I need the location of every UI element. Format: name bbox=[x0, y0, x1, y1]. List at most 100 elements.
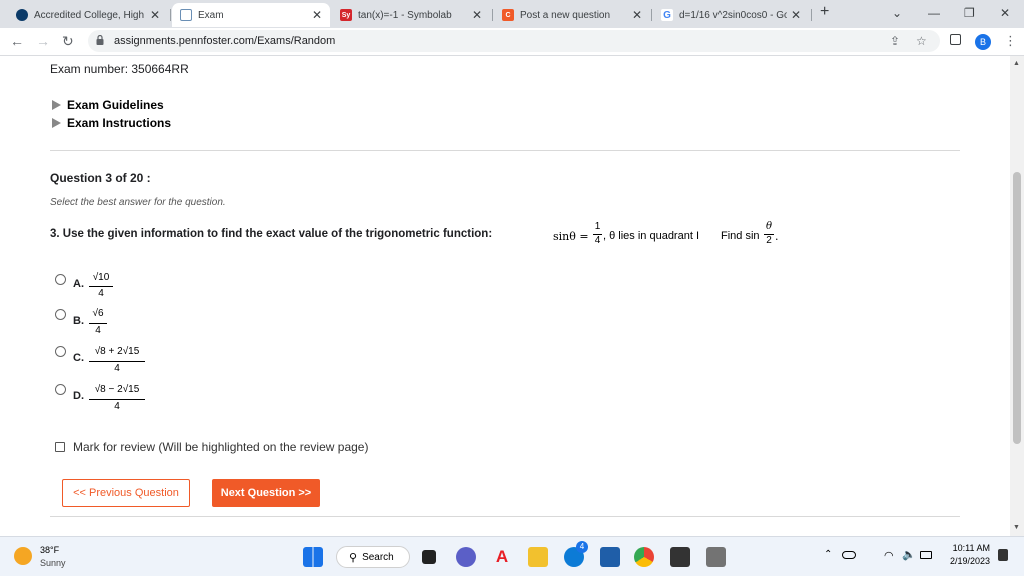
sidepanel-icon[interactable] bbox=[950, 34, 961, 45]
tab-title: d=1/16 v^2sin0cos0 - Go bbox=[679, 9, 787, 21]
bookmark-star-icon[interactable]: ☆ bbox=[916, 34, 927, 48]
weather-desc: Sunny bbox=[40, 558, 66, 568]
window-close-icon[interactable]: ✕ bbox=[1000, 6, 1010, 20]
profile-avatar[interactable]: B bbox=[975, 34, 991, 50]
exam-instructions-toggle[interactable]: Exam Instructions bbox=[52, 116, 171, 130]
scrollbar-thumb[interactable] bbox=[1013, 172, 1021, 444]
review-label: Mark for review (Will be highlighted on … bbox=[73, 440, 369, 454]
find-denominator: 2 bbox=[766, 235, 772, 246]
tab-divider bbox=[811, 9, 812, 21]
tab-symbolab[interactable]: Sy tan(x)=-1 - Symbolab ✕ bbox=[332, 3, 490, 27]
onedrive-icon[interactable] bbox=[842, 551, 856, 559]
tab-title: tan(x)=-1 - Symbolab bbox=[358, 9, 452, 21]
find-text: Find sin bbox=[721, 230, 760, 242]
calculator-icon[interactable] bbox=[706, 547, 726, 567]
minimize-icon[interactable]: — bbox=[928, 6, 940, 20]
fraction-bar bbox=[89, 323, 107, 324]
sun-icon bbox=[14, 547, 32, 565]
option-numerator: √8 − 2√15 bbox=[94, 384, 140, 395]
restore-icon[interactable]: ❐ bbox=[964, 6, 975, 20]
fraction-bar bbox=[89, 399, 145, 400]
tab-accredited-college[interactable]: Accredited College, High ✕ bbox=[8, 3, 168, 27]
lock-icon bbox=[96, 35, 104, 45]
back-arrow-icon[interactable]: ← bbox=[10, 33, 24, 49]
previous-question-button[interactable]: << Previous Question bbox=[62, 479, 190, 507]
next-question-button[interactable]: Next Question >> bbox=[212, 479, 320, 507]
address-bar[interactable]: assignments.pennfoster.com/Exams/Random … bbox=[88, 30, 940, 52]
new-tab-button[interactable]: + bbox=[820, 3, 829, 21]
page-content: Exam number: 350664RR Exam Guidelines Ex… bbox=[0, 56, 1010, 536]
search-icon: ⚲ bbox=[349, 551, 358, 564]
notification-badge: 4 bbox=[576, 541, 588, 553]
option-numerator: √10 bbox=[92, 272, 110, 283]
given-denominator: 4 bbox=[594, 235, 601, 246]
tab-divider bbox=[651, 9, 652, 21]
given-lhs: sinθ = bbox=[553, 230, 589, 243]
radio-option-a[interactable] bbox=[55, 274, 66, 285]
share-icon[interactable]: ⇪ bbox=[890, 34, 900, 48]
volume-icon[interactable]: 🔈 bbox=[902, 548, 916, 561]
chat-icon[interactable] bbox=[456, 547, 476, 567]
exam-number: Exam number: 350664RR bbox=[50, 62, 189, 76]
task-view-icon[interactable] bbox=[422, 550, 436, 564]
file-explorer-icon[interactable] bbox=[528, 547, 548, 567]
reload-icon[interactable]: ↻ bbox=[62, 33, 74, 50]
weather-widget[interactable]: 38°F Sunny bbox=[14, 543, 84, 571]
notifications-icon[interactable] bbox=[998, 549, 1008, 561]
close-icon[interactable]: ✕ bbox=[150, 8, 160, 22]
tab-post-question[interactable]: C Post a new question ✕ bbox=[494, 3, 650, 27]
tab-title: Accredited College, High bbox=[34, 9, 145, 21]
option-letter: C. bbox=[73, 352, 84, 364]
question-header: Question 3 of 20 : bbox=[50, 171, 151, 185]
tab-google-search[interactable]: G d=1/16 v^2sin0cos0 - Go ✕ bbox=[653, 3, 809, 27]
wifi-icon[interactable]: ◠ bbox=[884, 549, 894, 562]
page-scrollbar[interactable]: ▲ ▼ bbox=[1010, 56, 1024, 536]
chrome-icon[interactable] bbox=[634, 547, 654, 567]
adobe-icon[interactable]: A bbox=[492, 547, 512, 567]
mark-for-review[interactable]: Mark for review (Will be highlighted on … bbox=[55, 440, 368, 454]
radio-option-d[interactable] bbox=[55, 384, 66, 395]
address-toolbar: ← → ↻ assignments.pennfoster.com/Exams/R… bbox=[0, 28, 1024, 56]
tab-exam[interactable]: Exam ✕ bbox=[172, 3, 330, 27]
option-letter: D. bbox=[73, 390, 84, 402]
chegg-favicon-icon: C bbox=[502, 9, 514, 21]
windows-taskbar: 38°F Sunny ⚲ Search A 4 ⌃ ◠ 🔈 10:11 AM 2… bbox=[0, 536, 1024, 576]
tab-divider bbox=[492, 9, 493, 21]
battery-icon[interactable] bbox=[920, 551, 932, 559]
exam-instructions-label: Exam Instructions bbox=[67, 116, 172, 130]
tab-search-chevron-icon[interactable]: ⌄ bbox=[892, 6, 902, 20]
taskbar-search[interactable]: ⚲ Search bbox=[336, 546, 410, 568]
option-letter: A. bbox=[73, 278, 84, 290]
review-checkbox[interactable] bbox=[55, 442, 65, 452]
exam-guidelines-toggle[interactable]: Exam Guidelines bbox=[52, 98, 164, 112]
given-tail: , θ lies in quadrant I bbox=[603, 230, 700, 242]
tab-title: Exam bbox=[198, 9, 224, 21]
close-icon[interactable]: ✕ bbox=[472, 8, 482, 22]
given-numerator: 1 bbox=[594, 221, 601, 232]
tab-title: Post a new question bbox=[520, 9, 611, 21]
close-icon[interactable]: ✕ bbox=[791, 8, 801, 22]
radio-option-b[interactable] bbox=[55, 309, 66, 320]
google-favicon-icon: G bbox=[661, 9, 673, 21]
terminal-icon[interactable] bbox=[670, 547, 690, 567]
scroll-down-icon[interactable]: ▼ bbox=[1013, 524, 1020, 531]
tray-chevron-icon[interactable]: ⌃ bbox=[824, 549, 832, 560]
tab-strip: Accredited College, High ✕ Exam ✕ Sy tan… bbox=[0, 0, 1024, 28]
forward-arrow-icon[interactable]: → bbox=[36, 33, 50, 49]
pennfoster-favicon-icon bbox=[16, 9, 28, 21]
browser-menu-icon[interactable]: ⋮ bbox=[1004, 33, 1017, 49]
question-text: 3. Use the given information to find the… bbox=[50, 228, 493, 240]
option-denominator: 4 bbox=[95, 325, 101, 336]
scroll-up-icon[interactable]: ▲ bbox=[1013, 60, 1020, 67]
option-numerator: √6 bbox=[92, 308, 104, 319]
store-icon[interactable] bbox=[600, 547, 620, 567]
find-end: . bbox=[775, 230, 779, 243]
divider bbox=[50, 150, 960, 151]
close-icon[interactable]: ✕ bbox=[312, 8, 322, 22]
divider bbox=[50, 516, 960, 517]
url-text: assignments.pennfoster.com/Exams/Random bbox=[114, 35, 336, 47]
clock[interactable]: 10:11 AM 2/19/2023 bbox=[940, 543, 990, 566]
windows-start-icon[interactable] bbox=[303, 547, 323, 567]
close-icon[interactable]: ✕ bbox=[632, 8, 642, 22]
radio-option-c[interactable] bbox=[55, 346, 66, 357]
